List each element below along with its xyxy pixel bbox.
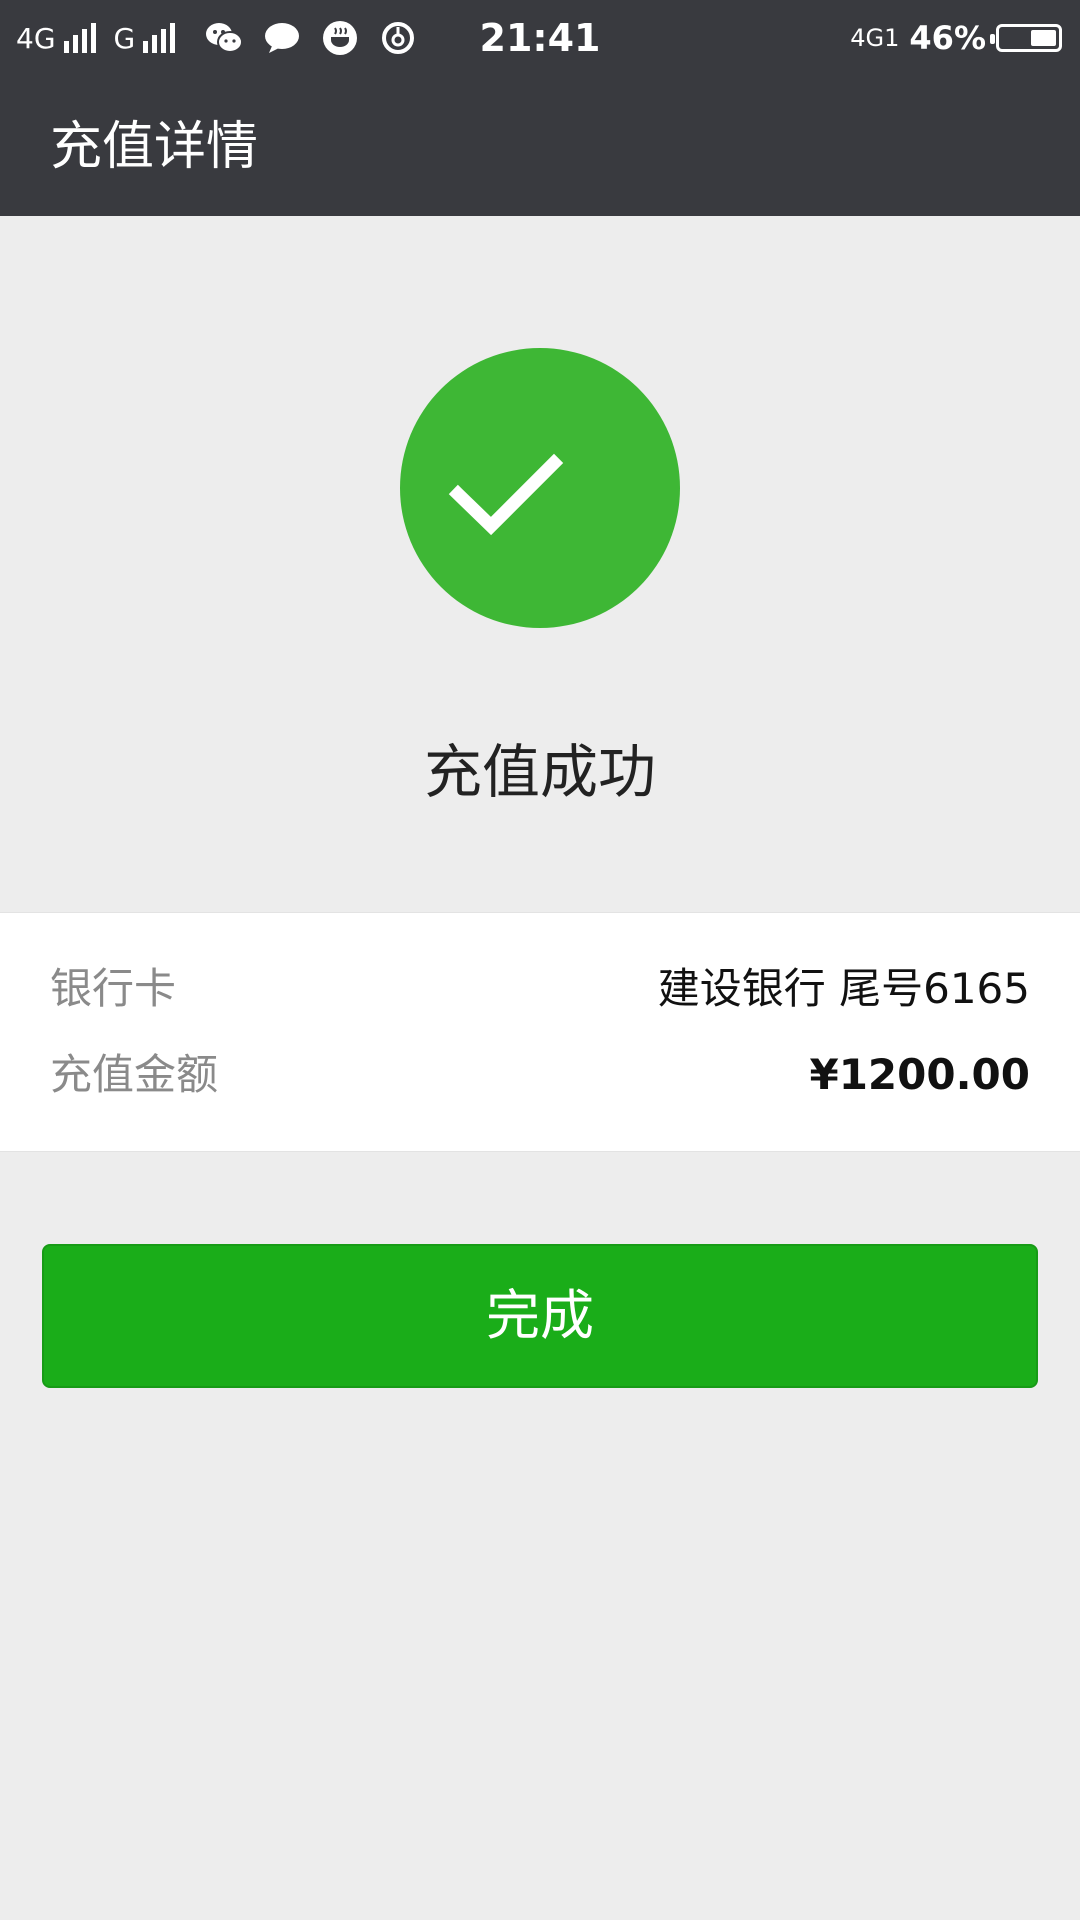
status-bar: 4G G 21:41 4G1 46%	[0, 0, 1080, 76]
page-title: 充值详情	[50, 117, 259, 177]
detail-row-amount: 充值金额 ¥1200.00	[50, 1045, 1030, 1105]
battery-percent: 46%	[909, 19, 986, 57]
result-message: 充值成功	[423, 738, 656, 806]
battery-icon	[990, 24, 1062, 52]
detail-label: 充值金额	[50, 1050, 219, 1099]
battery-fill	[1031, 30, 1056, 46]
status-bar-right: 4G1 46%	[850, 14, 1062, 62]
network-type-right: 4G1	[850, 24, 900, 52]
detail-value: ¥1200.00	[809, 1050, 1030, 1099]
done-button[interactable]: 完成	[42, 1244, 1038, 1388]
details-card: 银行卡 建设银行 尾号6165 充值金额 ¥1200.00	[0, 912, 1080, 1152]
success-badge	[400, 348, 680, 628]
header: 充值详情	[0, 76, 1080, 216]
detail-value: 建设银行 尾号6165	[657, 964, 1030, 1013]
checkmark-icon	[448, 453, 564, 536]
detail-row-bank-card: 银行卡 建设银行 尾号6165	[50, 959, 1030, 1019]
detail-label: 银行卡	[50, 964, 177, 1013]
